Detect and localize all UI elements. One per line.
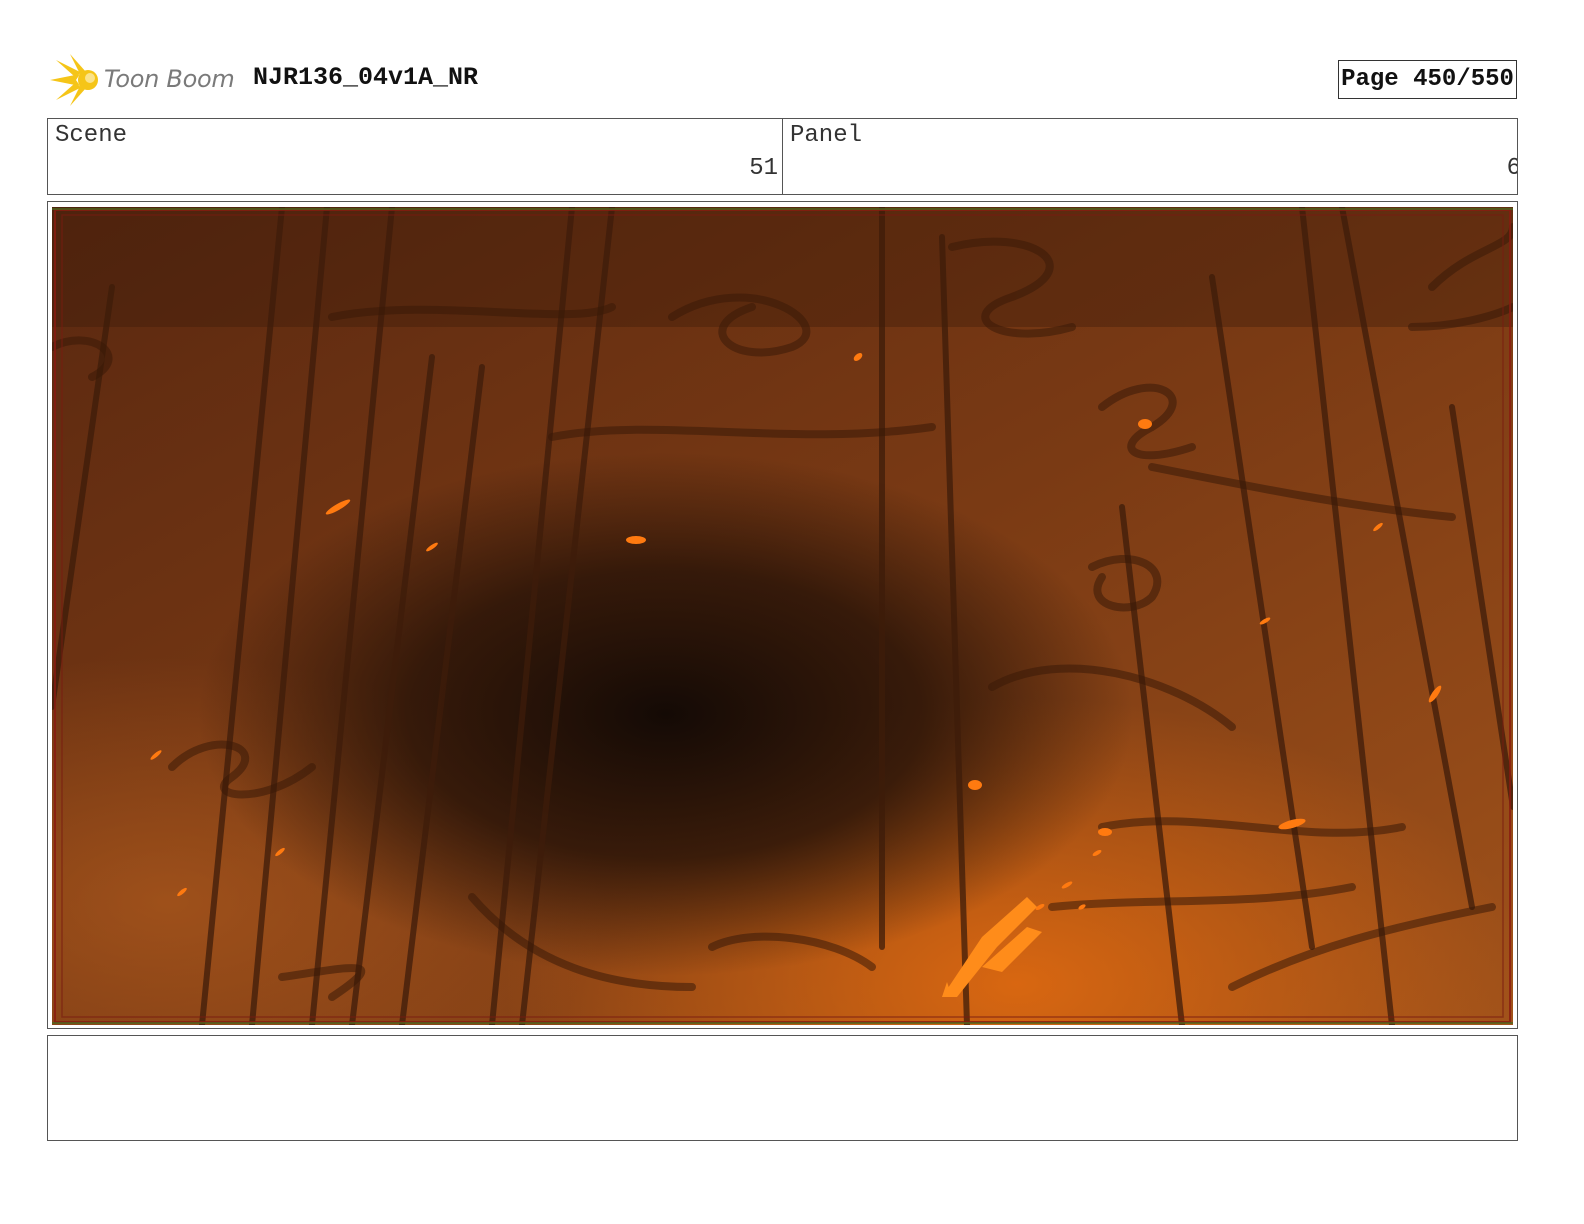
logo-flash-icon xyxy=(50,54,98,106)
toon-boom-logo: Toon Boom xyxy=(50,54,240,106)
forest-fire-artwork xyxy=(52,207,1513,1025)
scene-number: 51 xyxy=(749,155,778,182)
scene-cell: Scene 51 xyxy=(48,119,783,194)
logo-wordmark: Toon Boom xyxy=(104,65,235,93)
panel-notes xyxy=(47,1035,1518,1141)
project-title: NJR136_04v1A_NR xyxy=(253,63,479,92)
panel-cell: Panel 6 xyxy=(783,119,1517,194)
panel-number: 6 xyxy=(1506,155,1517,182)
panel-label: Panel xyxy=(790,122,863,149)
scene-panel-info: Scene 51 Panel 6 xyxy=(47,118,1518,195)
storyboard-image xyxy=(52,207,1513,1025)
page-counter: Page 450/550 xyxy=(1338,60,1517,99)
storyboard-frame xyxy=(47,201,1518,1029)
scene-label: Scene xyxy=(55,122,128,149)
